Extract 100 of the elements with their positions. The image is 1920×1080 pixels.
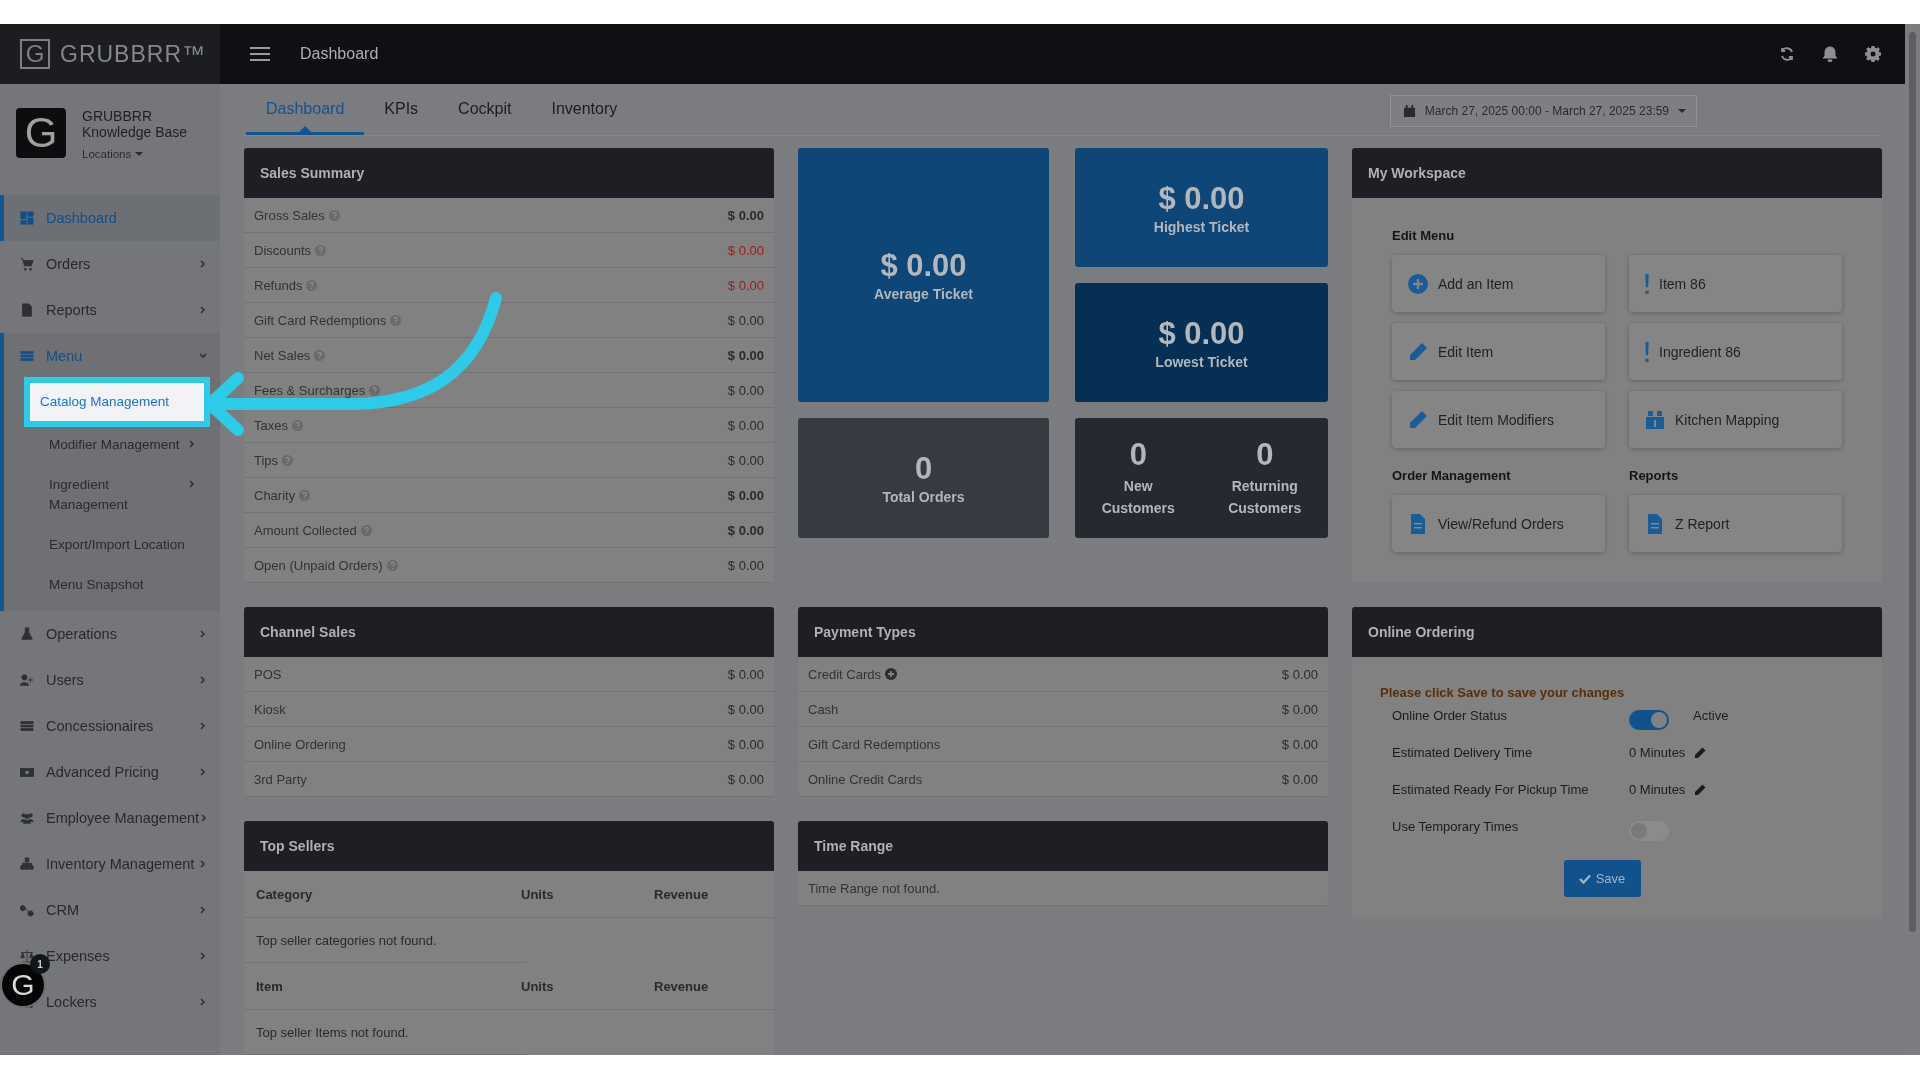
row-label: Gift Card Redemptions: [254, 312, 387, 328]
workspace-action-button[interactable]: Edit Item Modifiers: [1392, 391, 1605, 448]
amount-value: $ 0.00: [727, 487, 764, 503]
submenu-item[interactable]: Menu Snapshot: [0, 565, 220, 605]
help-icon[interactable]: [314, 349, 326, 361]
amount-value: $ 0.00: [727, 557, 764, 573]
row-label: Tips: [254, 452, 279, 468]
workspace-action-button[interactable]: Ingredient 86: [1629, 323, 1842, 380]
amount-value: $ 0.00: [727, 417, 764, 433]
row-label: Charity: [254, 487, 296, 503]
help-icon[interactable]: [291, 419, 303, 431]
menu-item-icon: [20, 303, 34, 317]
metric-label: Lowest Ticket: [1155, 353, 1248, 370]
amount-value: $ 0.00: [727, 736, 764, 752]
workspace-action-button[interactable]: Add an Item: [1392, 255, 1605, 312]
setting-label: Estimated Ready For Pickup Time: [1392, 782, 1590, 797]
amount-value: $ 0.00: [727, 242, 764, 258]
amount-value: $ 0.00: [1281, 736, 1318, 752]
sidebar-item[interactable]: Inventory Management: [0, 841, 220, 887]
chevron-icon: [198, 997, 208, 1007]
tab[interactable]: Dashboard: [246, 85, 365, 135]
pencil-icon[interactable]: [1694, 746, 1707, 759]
amount-value: $ 0.00: [727, 771, 764, 787]
help-icon[interactable]: [360, 524, 372, 536]
help-icon[interactable]: [282, 454, 294, 466]
sidebar-item[interactable]: CRM: [0, 887, 220, 933]
panel-header: Top Sellers: [244, 821, 774, 871]
column-header: Units: [521, 978, 555, 994]
row-label: Discounts: [254, 242, 312, 258]
pencil-icon: [1408, 409, 1428, 430]
date-range-picker[interactable]: March 27, 2025 00:00 - March 27, 2025 23:59: [1389, 95, 1697, 127]
empty-message: Time Range not found.: [808, 880, 940, 896]
submenu-item[interactable]: Export/Import Location: [0, 525, 220, 565]
help-icon[interactable]: [299, 489, 311, 501]
chevron-icon: [187, 479, 197, 489]
submenu-item[interactable]: Ingredient Management: [0, 465, 220, 525]
toggle-switch[interactable]: [1629, 710, 1669, 730]
locations-dropdown[interactable]: Locations: [82, 148, 202, 160]
help-icon[interactable]: [328, 209, 340, 221]
plus-circle-icon[interactable]: [884, 668, 897, 680]
amount-value: $ 0.00: [727, 701, 764, 717]
submenu-item[interactable]: Modifier Management: [0, 425, 220, 465]
exclamation-icon: [1645, 273, 1649, 294]
sidebar-item[interactable]: Dashboard: [0, 195, 220, 241]
workspace-action-button[interactable]: Item 86: [1629, 255, 1842, 312]
brand-name: GRUBBRR™: [60, 40, 206, 68]
amount-value: $ 0.00: [727, 666, 764, 682]
pencil-icon: [1408, 341, 1428, 362]
help-icon[interactable]: [390, 314, 402, 326]
amount-value: $ 0.00: [727, 452, 764, 468]
menu-icon[interactable]: [250, 47, 270, 61]
row-label: Taxes: [254, 417, 288, 433]
row-label: Online Ordering: [254, 736, 346, 752]
notifications-icon[interactable]: [1822, 46, 1838, 62]
tab[interactable]: KPIs: [364, 85, 439, 135]
sidebar-item[interactable]: Orders: [0, 241, 220, 287]
workspace-action-button[interactable]: View/Refund Orders: [1392, 495, 1605, 552]
setting-label: Online Order Status: [1392, 708, 1508, 723]
workspace-action-button[interactable]: Z Report: [1629, 495, 1842, 552]
metric-label: Highest Ticket: [1153, 218, 1250, 235]
help-icon[interactable]: [386, 559, 398, 571]
sidebar-item[interactable]: Operations: [0, 611, 220, 657]
chevron-icon: [198, 859, 208, 869]
sidebar-item[interactable]: Concessionaires: [0, 703, 220, 749]
row-label: Kiosk: [254, 701, 286, 717]
metric-label: Returning Customers: [1227, 477, 1303, 518]
account-name: GRUBBRR Knowledge Base: [82, 108, 189, 140]
chevron-icon: [187, 439, 197, 449]
checkmark-icon: [1578, 873, 1591, 884]
amount-value: $ 0.00: [727, 382, 764, 398]
sidebar-item[interactable]: Menu: [0, 333, 220, 379]
settings-icon[interactable]: [1865, 46, 1881, 62]
pencil-icon[interactable]: [1694, 783, 1707, 796]
sidebar-item[interactable]: Users: [0, 657, 220, 703]
setting-value: 0 Minutes: [1629, 745, 1686, 760]
sidebar-item[interactable]: Employee Management: [0, 795, 220, 841]
panel-header: Channel Sales: [244, 607, 774, 657]
row-label: Gross Sales: [254, 207, 325, 223]
help-icon[interactable]: [369, 384, 381, 396]
workspace-action-button[interactable]: Edit Item: [1392, 323, 1605, 380]
help-icon[interactable]: [306, 279, 318, 291]
workspace-action-button[interactable]: Kitchen Mapping: [1629, 391, 1842, 448]
sidebar-item[interactable]: Advanced Pricing: [0, 749, 220, 795]
sidebar-item[interactable]: Reports: [0, 287, 220, 333]
save-button[interactable]: Save: [1563, 860, 1641, 897]
tab[interactable]: Inventory: [531, 85, 638, 135]
row-label: Cash: [808, 701, 839, 717]
panel-header: Payment Types: [798, 607, 1328, 657]
refresh-icon[interactable]: [1779, 46, 1795, 62]
setting-label: Use Temporary Times: [1392, 819, 1520, 834]
chevron-icon: [198, 629, 208, 639]
exclamation-icon: [1645, 341, 1649, 362]
chevron-icon: [198, 905, 208, 915]
tab[interactable]: Cockpit: [438, 85, 532, 135]
amount-value: $ 0.00: [727, 207, 764, 223]
row-label: Open (Unpaid Orders): [254, 557, 383, 573]
help-icon[interactable]: [315, 244, 327, 256]
calendar-icon: [1402, 104, 1416, 118]
column-header: Units: [521, 886, 555, 902]
document-icon: [1408, 513, 1428, 534]
